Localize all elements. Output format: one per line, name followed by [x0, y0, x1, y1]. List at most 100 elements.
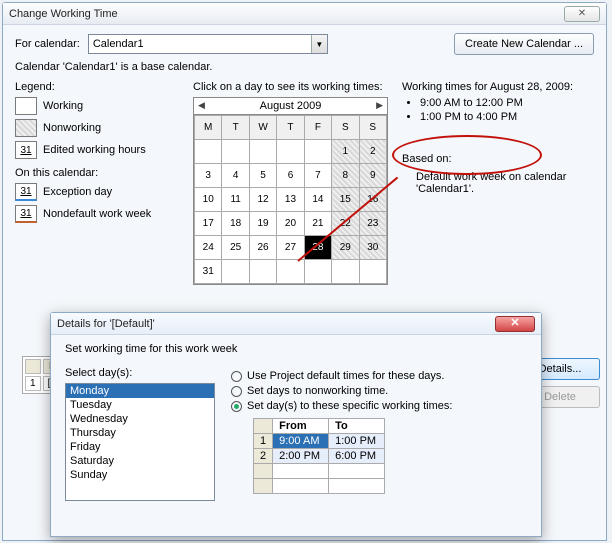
calendar-day[interactable]: 25: [222, 236, 249, 260]
select-days-label: Select day(s):: [65, 367, 215, 379]
bg-row-idx: 1: [25, 376, 41, 391]
calendar-day[interactable]: 24: [195, 236, 222, 260]
calendar-day: [332, 260, 359, 284]
details-title: Details for '[Default]': [57, 318, 495, 330]
radio-nonworking[interactable]: [231, 386, 242, 397]
calendar-prev-icon[interactable]: ◀: [198, 100, 205, 111]
col-to: To: [329, 419, 385, 434]
row2-to[interactable]: 6:00 PM: [329, 449, 385, 464]
calendar-day[interactable]: 15: [332, 188, 359, 212]
calendar-day[interactable]: 2: [359, 140, 386, 164]
calendar-day: [304, 140, 331, 164]
calendar-dow: T: [222, 116, 249, 140]
details-close-icon[interactable]: ✕: [495, 316, 535, 332]
calendar-title-bar: ◀ August 2009 ▶: [194, 98, 387, 115]
calendar-day[interactable]: 10: [195, 188, 222, 212]
swatch-edited: 31: [15, 141, 37, 159]
calendar-day[interactable]: 21: [304, 212, 331, 236]
calendar-day[interactable]: 8: [332, 164, 359, 188]
calendar-day[interactable]: 6: [277, 164, 304, 188]
details-titlebar[interactable]: Details for '[Default]' ✕: [51, 313, 541, 335]
calendar-day[interactable]: 20: [277, 212, 304, 236]
calendar-dow: F: [304, 116, 331, 140]
day-option[interactable]: Friday: [66, 440, 214, 454]
calendar-hint: Click on a day to see its working times:: [193, 81, 388, 93]
calendar-day[interactable]: 11: [222, 188, 249, 212]
day-option[interactable]: Sunday: [66, 468, 214, 482]
calendar-day[interactable]: 7: [304, 164, 331, 188]
day-option[interactable]: Thursday: [66, 426, 214, 440]
calendar-day: [195, 140, 222, 164]
legend-heading: Legend:: [15, 81, 179, 93]
radio-default-times-label: Use Project default times for these days…: [247, 370, 444, 382]
calendar-day: [249, 260, 276, 284]
radio-specific-times-label: Set day(s) to these specific working tim…: [247, 400, 452, 412]
calendar-dow: S: [332, 116, 359, 140]
calendar-day: [304, 260, 331, 284]
legend: Legend: Working Nonworking 31 Edited wor…: [15, 81, 179, 285]
calendar-day[interactable]: 13: [277, 188, 304, 212]
radio-default-times[interactable]: [231, 371, 242, 382]
window-body: For calendar: Calendar1 ▼ Create New Cal…: [3, 25, 606, 293]
calendar-day: [277, 140, 304, 164]
calendar-day[interactable]: 9: [359, 164, 386, 188]
row2-from[interactable]: 2:00 PM: [273, 449, 329, 464]
radio-specific-times[interactable]: [231, 401, 242, 412]
calendar-day[interactable]: 30: [359, 236, 386, 260]
calendar-day[interactable]: 19: [249, 212, 276, 236]
details-intro: Set working time for this work week: [51, 335, 541, 357]
working-time-item: 1:00 PM to 4:00 PM: [420, 111, 594, 123]
calendar-day[interactable]: 26: [249, 236, 276, 260]
calendar-day[interactable]: 14: [304, 188, 331, 212]
calendar-dow: T: [277, 116, 304, 140]
calendar-day[interactable]: 5: [249, 164, 276, 188]
row1-from[interactable]: 9:00 AM: [273, 434, 329, 449]
calendar-day[interactable]: 27: [277, 236, 304, 260]
based-on-label: Based on:: [402, 153, 594, 165]
calendar-day[interactable]: 31: [195, 260, 222, 284]
calendar-next-icon[interactable]: ▶: [376, 100, 383, 111]
calendar-day[interactable]: 17: [195, 212, 222, 236]
calendar-day[interactable]: 16: [359, 188, 386, 212]
calendar-day[interactable]: 3: [195, 164, 222, 188]
legend-on-this: On this calendar:: [15, 167, 179, 179]
calendar-day[interactable]: 1: [332, 140, 359, 164]
working-times-heading: Working times for August 28, 2009:: [402, 81, 594, 93]
calendar-grid[interactable]: MTWTFSS 12345678910111213141516171819202…: [194, 115, 387, 284]
create-new-calendar-button[interactable]: Create New Calendar ...: [454, 33, 594, 55]
working-times-table[interactable]: From To 1 9:00 AM 1:00 PM 2 2:00 PM 6:00…: [253, 418, 385, 494]
window-title: Change Working Time: [9, 8, 564, 20]
legend-working: Working: [43, 100, 83, 112]
day-option[interactable]: Monday: [66, 384, 214, 398]
calendar-day[interactable]: 28: [304, 236, 331, 260]
details-dialog: Details for '[Default]' ✕ Set working ti…: [50, 312, 542, 537]
calendar-day[interactable]: 12: [249, 188, 276, 212]
calendar-day: [359, 260, 386, 284]
calendar-day[interactable]: 4: [222, 164, 249, 188]
working-time-item: 9:00 AM to 12:00 PM: [420, 97, 594, 109]
swatch-nondefault: 31: [15, 205, 37, 223]
calendar-day[interactable]: 22: [332, 212, 359, 236]
day-option[interactable]: Saturday: [66, 454, 214, 468]
chevron-down-icon[interactable]: ▼: [311, 35, 327, 53]
for-calendar-label: For calendar:: [15, 38, 80, 50]
calendar-day[interactable]: 18: [222, 212, 249, 236]
legend-nonworking: Nonworking: [43, 122, 101, 134]
titlebar[interactable]: Change Working Time ✕: [3, 3, 606, 25]
month-calendar[interactable]: ◀ August 2009 ▶ MTWTFSS 1234567891011121…: [193, 97, 388, 285]
calendar-dow: W: [249, 116, 276, 140]
days-listbox[interactable]: MondayTuesdayWednesdayThursdayFridaySatu…: [65, 383, 215, 501]
calendar-day[interactable]: 23: [359, 212, 386, 236]
day-option[interactable]: Wednesday: [66, 412, 214, 426]
row1-to[interactable]: 1:00 PM: [329, 434, 385, 449]
base-calendar-text: Calendar 'Calendar1' is a base calendar.: [15, 61, 594, 73]
close-icon[interactable]: ✕: [564, 6, 600, 22]
calendar-dow: M: [195, 116, 222, 140]
day-option[interactable]: Tuesday: [66, 398, 214, 412]
swatch-exception: 31: [15, 183, 37, 201]
legend-edited: Edited working hours: [43, 144, 146, 156]
calendar-day[interactable]: 29: [332, 236, 359, 260]
calendar-day: [249, 140, 276, 164]
working-times-list: 9:00 AM to 12:00 PM 1:00 PM to 4:00 PM: [420, 97, 594, 123]
calendar-dropdown[interactable]: Calendar1 ▼: [88, 34, 328, 54]
